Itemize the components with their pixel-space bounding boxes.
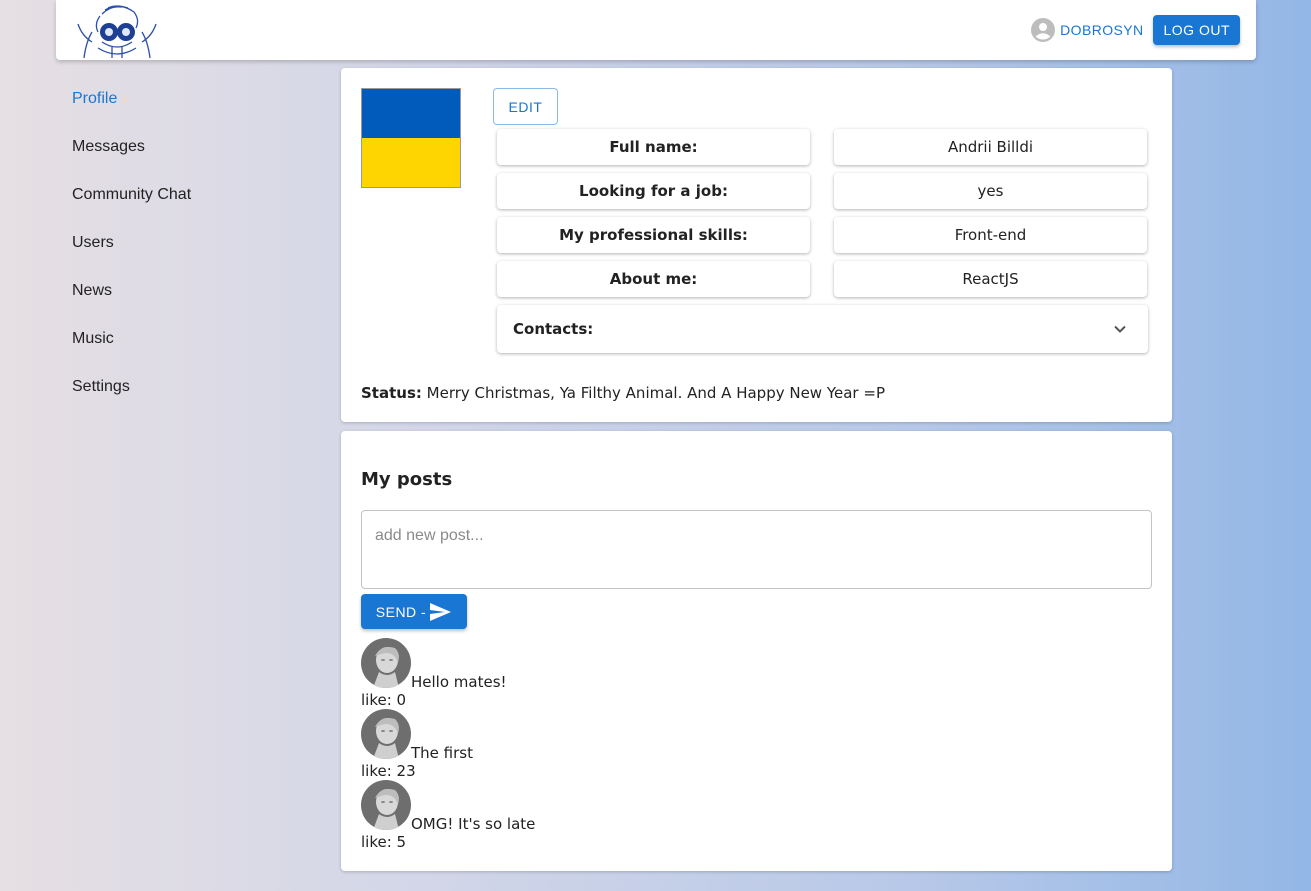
status-label: Status: bbox=[361, 384, 422, 402]
status-text: Merry Christmas, Ya Filthy Animal. And A… bbox=[426, 384, 885, 402]
post-item: Hello mates! like: 0 bbox=[361, 638, 761, 709]
statue-avatar-icon bbox=[361, 638, 411, 688]
info-value: yes bbox=[834, 173, 1147, 209]
post-likes: like: 23 bbox=[361, 762, 416, 780]
post-likes: like: 5 bbox=[361, 833, 407, 851]
sidebar-item-users[interactable]: Users bbox=[72, 232, 312, 280]
posts-title: My posts bbox=[361, 469, 453, 490]
edit-profile-button[interactable]: EDIT bbox=[493, 88, 558, 125]
contacts-accordion[interactable]: Contacts: bbox=[497, 305, 1148, 353]
info-label: My professional skills: bbox=[497, 217, 810, 253]
post-item: OMG! It's so late like: 5 bbox=[361, 780, 761, 851]
new-post-input[interactable] bbox=[361, 510, 1152, 589]
contacts-label: Contacts: bbox=[513, 320, 594, 338]
user-area: DOBROSYN LOG OUT bbox=[1031, 15, 1240, 45]
statue-avatar-icon bbox=[361, 780, 411, 830]
statue-avatar-icon bbox=[361, 709, 411, 759]
info-row-about-me: About me: ReactJS bbox=[497, 261, 1148, 297]
profile-card: EDIT Full name: Andrii Billdi Looking fo… bbox=[341, 68, 1172, 422]
flag-yellow-stripe bbox=[362, 138, 460, 187]
send-icon bbox=[430, 602, 452, 621]
send-post-button[interactable]: SEND - bbox=[361, 594, 467, 629]
sidebar-nav: Profile Messages Community Chat Users Ne… bbox=[72, 88, 312, 424]
sidebar-item-settings[interactable]: Settings bbox=[72, 376, 312, 424]
post-text: The first bbox=[411, 744, 473, 762]
info-label: Full name: bbox=[497, 129, 810, 165]
sidebar-item-profile[interactable]: Profile bbox=[72, 88, 312, 136]
sidebar-item-news[interactable]: News bbox=[72, 280, 312, 328]
info-row-looking-for-job: Looking for a job: yes bbox=[497, 173, 1148, 209]
profile-status[interactable]: Status: Merry Christmas, Ya Filthy Anima… bbox=[361, 384, 885, 402]
info-label: About me: bbox=[497, 261, 810, 297]
chevron-down-icon bbox=[1114, 325, 1126, 333]
post-item: The first like: 23 bbox=[361, 709, 761, 780]
sidebar-item-community-chat[interactable]: Community Chat bbox=[72, 184, 312, 232]
info-label: Looking for a job: bbox=[497, 173, 810, 209]
info-row-full-name: Full name: Andrii Billdi bbox=[497, 129, 1148, 165]
binoculars-girl-logo[interactable] bbox=[72, 2, 162, 59]
send-label: SEND - bbox=[375, 603, 427, 620]
post-likes: like: 0 bbox=[361, 691, 407, 709]
info-row-skills: My professional skills: Front-end bbox=[497, 217, 1148, 253]
info-value: Front-end bbox=[834, 217, 1147, 253]
post-text: OMG! It's so late bbox=[411, 815, 536, 833]
post-text: Hello mates! bbox=[411, 673, 507, 691]
sidebar-item-messages[interactable]: Messages bbox=[72, 136, 312, 184]
flag-blue-stripe bbox=[362, 89, 460, 138]
profile-avatar-flag bbox=[361, 88, 461, 188]
username: DOBROSYN bbox=[1060, 22, 1144, 38]
app-header: DOBROSYN LOG OUT bbox=[56, 0, 1256, 60]
info-value: ReactJS bbox=[834, 261, 1147, 297]
posts-card: My posts SEND - Hello mates! like: 0 bbox=[341, 431, 1172, 871]
sidebar-item-music[interactable]: Music bbox=[72, 328, 312, 376]
account-circle-icon bbox=[1031, 18, 1056, 42]
logout-button[interactable]: LOG OUT bbox=[1153, 15, 1240, 45]
info-value: Andrii Billdi bbox=[834, 129, 1147, 165]
